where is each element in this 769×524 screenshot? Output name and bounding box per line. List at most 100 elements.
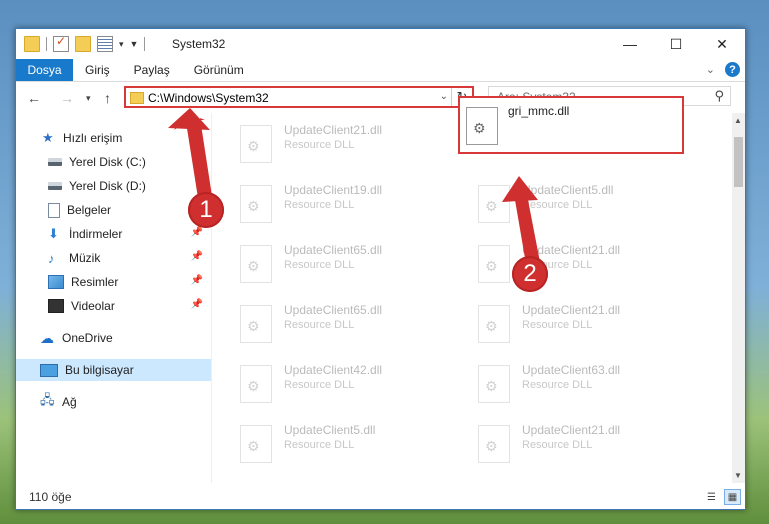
toolbar-separator [144,37,146,51]
address-folder-icon [130,92,144,104]
dll-file-icon [240,305,272,343]
minimize-button[interactable]: — [607,29,653,59]
network-icon: 🖧 [40,392,55,407]
list-item[interactable]: UpdateClient21.dll Resource DLL [212,115,442,165]
dll-file-icon [478,185,510,223]
status-bar: 110 öğe ☰ ▦ [16,485,745,509]
sidebar-item-local-disk-c[interactable]: Yerel Disk (C:) [16,151,211,173]
sidebar-item-label: OneDrive [62,331,113,345]
list-item[interactable]: UpdateClient21.dll Resource DLL [450,295,680,345]
download-icon: ⬇ [48,226,59,241]
cloud-icon: ☁ [40,329,54,346]
file-name: UpdateClient42.dll [284,363,383,377]
file-name: UpdateClient5.dll [522,183,614,197]
search-icon[interactable]: ⚲ [714,88,724,104]
new-folder-icon[interactable] [75,36,91,52]
file-name: UpdateClient21.dll [522,303,621,317]
tab-share[interactable]: Paylaş [122,59,182,81]
dll-file-icon [478,305,510,343]
list-item[interactable]: UpdateClient21.dll Resource DLL [450,415,680,465]
list-item[interactable]: UpdateClient65.dll Resource DLL [212,295,442,345]
vertical-scrollbar[interactable]: ▲ ▼ [732,113,745,483]
back-arrow-icon[interactable]: ← [27,90,41,106]
item-count: 110 öğe [29,490,72,504]
dll-file-icon [240,365,272,403]
dll-file-icon [240,125,272,163]
file-type: Resource DLL [284,439,355,451]
dll-file-icon [240,245,272,283]
sidebar-item-onedrive[interactable]: ☁ OneDrive [16,327,211,349]
title-bar: ▾ ▼ System32 — ☐ ✕ [16,29,745,59]
scroll-up-icon[interactable]: ▲ [734,116,742,125]
tab-home[interactable]: Giriş [73,59,122,81]
file-name: UpdateClient63.dll [522,363,621,377]
highlighted-file[interactable]: gri_mmc.dll [458,96,684,154]
list-item[interactable]: UpdateClient63.dll Resource DLL [450,355,680,405]
list-item[interactable]: UpdateClient5.dll Resource DLL [212,415,442,465]
pin-icon[interactable]: 📌 [191,251,203,262]
sidebar-item-local-disk-d[interactable]: Yerel Disk (D:) [16,175,211,197]
file-name: UpdateClient65.dll [284,243,383,257]
pin-icon[interactable]: 📌 [191,275,203,286]
tab-view[interactable]: Görünüm [182,59,256,81]
file-name: UpdateClient65.dll [284,303,383,317]
list-item[interactable]: UpdateClient19.dll Resource DLL [212,175,442,225]
sidebar-item-label: Yerel Disk (D:) [69,179,146,193]
callout-badge-2: 2 [512,256,548,292]
dll-file-icon [478,425,510,463]
tab-file[interactable]: Dosya [16,59,73,81]
ribbon-expand-icon[interactable]: ⌄ [706,63,715,76]
ribbon: Dosya Giriş Paylaş Görünüm ⌄ ? [16,59,745,82]
toolbar-dropdown-icon[interactable]: ▾ [119,39,124,50]
file-name: UpdateClient5.dll [284,423,376,437]
file-type: Resource DLL [284,199,355,211]
recent-locations-icon[interactable]: ▾ [86,93,91,104]
file-type: Resource DLL [284,379,355,391]
sidebar-item-downloads[interactable]: ⬇ İndirmeler 📌 [16,223,211,245]
file-type: Resource DLL [284,319,355,331]
customize-toolbar-icon[interactable]: ▼ [130,39,139,49]
sidebar-item-pictures[interactable]: Resimler 📌 [16,271,211,293]
navigation-pane: ★ Hızlı erişim Yerel Disk (C:) Yerel Dis… [16,113,212,483]
dll-file-icon [478,365,510,403]
disk-icon [48,182,62,190]
sidebar-item-label: Ağ [62,395,77,409]
sidebar-item-network[interactable]: 🖧 Ağ [16,391,211,413]
large-icons-view-icon[interactable]: ▦ [724,489,741,505]
sidebar-item-music[interactable]: ♪ Müzik 📌 [16,247,211,269]
help-icon[interactable]: ? [725,62,740,77]
sidebar-item-documents[interactable]: Belgeler [16,199,211,221]
sidebar-item-videos[interactable]: Videolar 📌 [16,295,211,317]
properties-check-icon[interactable] [53,34,69,52]
address-bar[interactable]: C:\Windows\System32 ⌄ ↻ [124,86,474,108]
music-icon: ♪ [48,250,55,266]
list-item[interactable]: UpdateClient21.dll Resource DLL [450,235,680,285]
computer-icon [40,363,58,377]
list-item[interactable]: UpdateClient65.dll Resource DLL [212,235,442,285]
forward-arrow-icon[interactable]: → [60,90,74,106]
close-button[interactable]: ✕ [699,29,745,59]
pin-icon[interactable]: 📌 [191,227,203,238]
file-type: Resource DLL [522,199,593,211]
list-item[interactable]: UpdateClient42.dll Resource DLL [212,355,442,405]
file-name: gri_mmc.dll [508,104,570,118]
sidebar-item-label: Bu bilgisayar [65,363,134,377]
list-item[interactable]: UpdateClient5.dll Resource DLL [450,175,680,225]
chevron-down-icon[interactable]: ⌄ [440,91,448,102]
file-type: Resource DLL [522,319,593,331]
sidebar-item-quick-access[interactable]: ★ Hızlı erişim [16,127,211,149]
maximize-button[interactable]: ☐ [653,29,699,59]
address-path[interactable]: C:\Windows\System32 [148,91,269,105]
file-list: UpdateClient21.dll Resource DLL UpdateCl… [212,113,732,483]
document-icon [48,202,60,218]
details-view-icon[interactable]: ☰ [703,489,720,505]
scrollbar-thumb[interactable] [734,137,743,187]
file-type: Resource DLL [522,379,593,391]
pin-icon[interactable]: 📌 [191,299,203,310]
properties-icon[interactable] [97,36,113,52]
up-arrow-icon[interactable]: ↑ [104,90,111,106]
pictures-icon [48,275,64,289]
sidebar-item-this-pc[interactable]: Bu bilgisayar [16,359,211,381]
disk-icon [48,158,62,166]
scroll-down-icon[interactable]: ▼ [734,471,742,480]
